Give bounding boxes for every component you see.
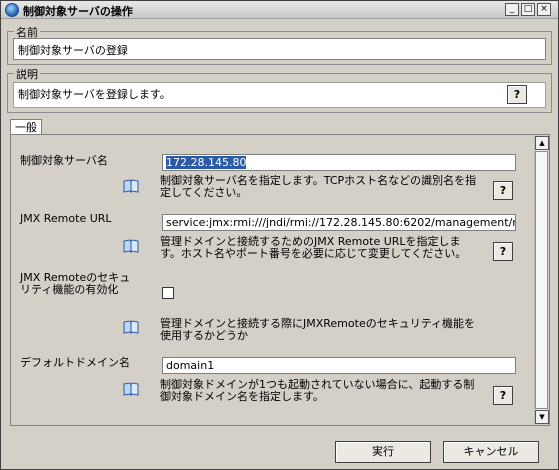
name-field[interactable]: 制御対象サーバの登録 [13,38,546,60]
title-bar[interactable]: 制御対象サーバの操作 _ □ × [1,1,558,19]
scroll-down-button[interactable]: ▼ [535,410,549,424]
server-name-value: 172.28.145.80 [166,156,247,169]
server-name-description: 制御対象サーバ名を指定します。TCPホスト名などの識別名を指定してください。 [160,174,477,199]
jmx-url-label: JMX Remote URL [20,212,112,225]
name-group: 名前 制御対象サーバの登録 [7,24,552,65]
properties-scroll-area: 制御対象サーバ名 172.28.145.80 制御対象サーバ名を指定します。TC… [12,136,536,424]
book-icon [123,320,139,334]
cancel-button[interactable]: キャンセル [443,441,539,463]
default-domain-help-button[interactable]: ? [493,386,513,405]
window-title: 制御対象サーバの操作 [23,5,133,18]
jmx-security-label: JMX Remoteのセキュリティ機能の有効化 [20,271,131,296]
jmx-url-help-button[interactable]: ? [493,242,513,261]
server-name-input[interactable]: 172.28.145.80 [162,154,516,171]
jmx-url-input[interactable]: service:jmx:rmi:///jndi/rmi://172.28.145… [162,214,516,231]
tab-general[interactable]: 一般 [10,119,42,135]
description-group: 説明 制御対象サーバを登録します。 ? [7,66,552,113]
description-field[interactable]: 制御対象サーバを登録します。 [13,82,546,108]
minimize-button[interactable]: _ [505,3,519,16]
book-icon [123,382,139,396]
default-domain-input[interactable]: domain1 [162,357,516,374]
book-icon [123,239,139,253]
vertical-scrollbar[interactable]: ▲ ▼ [534,136,549,424]
description-group-label: 説明 [14,66,40,82]
execute-button[interactable]: 実行 [335,441,431,463]
scroll-up-button[interactable]: ▲ [535,136,549,150]
jmx-security-description: 管理ドメインと接続する際にJMXRemoteのセキュリティ機能を使用するかどうか [160,317,476,342]
default-domain-description: 制御対象ドメインが1つも起動されていない場合に、起動する制御対象ドメイン名を指定… [160,378,475,403]
jmx-url-description: 管理ドメインと接続するためのJMX Remote URLを指定します。ホスト名や… [160,235,467,260]
default-domain-label: デフォルトドメイン名 [20,356,130,369]
close-button[interactable]: × [537,3,551,16]
server-name-help-button[interactable]: ? [493,181,513,200]
description-help-button[interactable]: ? [507,85,527,104]
server-name-label: 制御対象サーバ名 [20,154,108,167]
jmx-security-checkbox[interactable] [162,287,174,299]
maximize-button[interactable]: □ [521,3,535,16]
globe-icon [5,3,19,17]
scroll-thumb[interactable] [535,151,548,409]
operation-window: 制御対象サーバの操作 _ □ × 名前 制御対象サーバの登録 説明 制御対象サー… [0,0,559,470]
tab-panel: 制御対象サーバ名 172.28.145.80 制御対象サーバ名を指定します。TC… [10,134,550,426]
book-icon [123,179,139,193]
